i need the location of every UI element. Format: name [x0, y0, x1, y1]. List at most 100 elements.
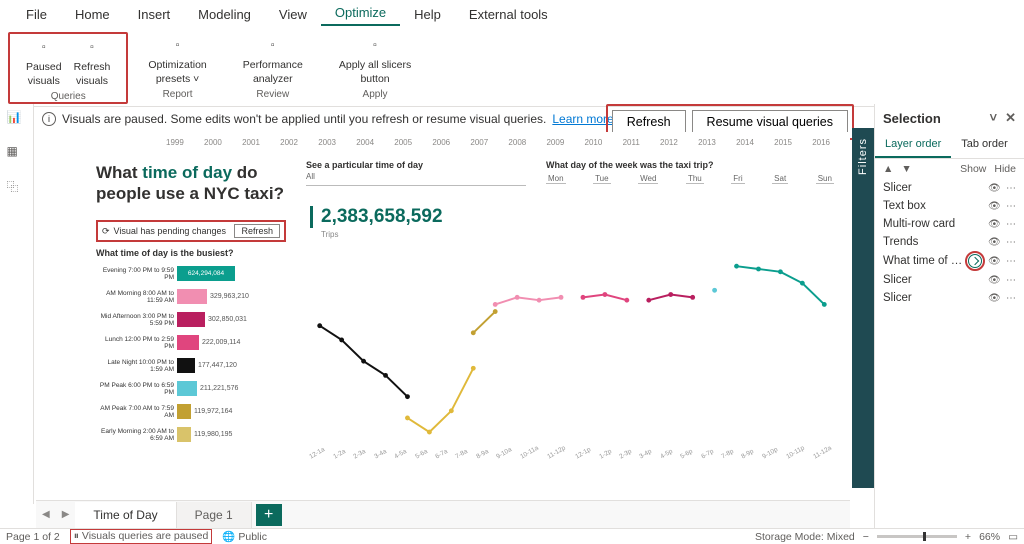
menu-modeling[interactable]: Modeling: [184, 3, 265, 26]
year-tick: 2006: [432, 138, 450, 150]
bar-row: Mid Afternoon 3:00 PM to 5:59 PM302,850,…: [96, 308, 296, 331]
visibility-toggle-icon[interactable]: 👁: [988, 201, 1002, 212]
total-trips-label: Trips: [321, 230, 338, 239]
optimization-presets[interactable]: ▫Optimizationpresets ˅: [142, 32, 212, 87]
menu-help[interactable]: Help: [400, 3, 455, 26]
menu-optimize[interactable]: Optimize: [321, 1, 400, 26]
refresh-visuals[interactable]: ▫Refreshvisuals: [68, 34, 117, 89]
more-options-icon[interactable]: ⋯: [1006, 275, 1016, 286]
slicer-title-1: See a particular time of day: [306, 160, 423, 170]
more-options-icon[interactable]: ⋯: [1006, 183, 1016, 194]
menu-view[interactable]: View: [265, 3, 321, 26]
pending-refresh-icon[interactable]: [968, 254, 982, 268]
zoom-in[interactable]: +: [965, 531, 971, 543]
page-tab[interactable]: Page 1: [177, 502, 252, 528]
selection-item[interactable]: Slicer👁⋯: [875, 289, 1024, 307]
info-text: Visuals are paused. Some edits won't be …: [62, 112, 546, 126]
more-options-icon[interactable]: ⋯: [1006, 237, 1016, 248]
selection-tab-layer-order[interactable]: Layer order: [875, 132, 951, 158]
pending-changes-banner: ⟳ Visual has pending changes Refresh: [96, 220, 286, 242]
page-tab[interactable]: Time of Day: [75, 502, 176, 528]
refresh-visual-button[interactable]: Refresh: [234, 224, 280, 238]
status-bar: Page 1 of 2 ⏸ Visuals queries are paused…: [0, 528, 1024, 544]
add-page-button[interactable]: +: [256, 504, 282, 526]
visibility-toggle-icon[interactable]: 👁: [988, 293, 1002, 304]
selection-pane: Selection ˅ ✕ Layer orderTab order ▲ ▼ S…: [874, 104, 1024, 544]
selection-item[interactable]: Slicer👁⋯: [875, 271, 1024, 289]
apply-all-slicers[interactable]: ▫Apply all slicersbutton: [333, 32, 417, 87]
bar-row: Evening 7:00 PM to 9:59 PM624,294,084: [96, 262, 296, 285]
paused-visuals[interactable]: ▫Pausedvisuals: [20, 34, 68, 89]
visibility-toggle-icon[interactable]: 👁: [988, 219, 1002, 230]
zoom-out[interactable]: −: [863, 531, 869, 543]
dow-slicer-item[interactable]: Thu: [686, 174, 704, 184]
learn-more-link[interactable]: Learn more: [552, 112, 613, 126]
resume-visual-queries-button[interactable]: Resume visual queries: [692, 110, 848, 134]
page-prev[interactable]: ◀: [36, 509, 56, 520]
selection-title: Selection: [883, 111, 941, 126]
page-next[interactable]: ▶: [56, 509, 76, 520]
ribbon-group-label: Apply: [363, 89, 388, 100]
year-tick: 2015: [774, 138, 792, 150]
slicer-all[interactable]: All: [306, 172, 526, 186]
visibility-toggle-icon[interactable]: 👁: [988, 256, 1002, 267]
year-tick: 2011: [623, 138, 640, 150]
visibility-toggle-icon[interactable]: 👁: [988, 237, 1002, 248]
dow-slicer-item[interactable]: Sun: [816, 174, 834, 184]
slicer-title-2: What day of the week was the taxi trip?: [546, 160, 714, 170]
busiest-title: What time of day is the busiest?: [96, 248, 234, 258]
selection-item[interactable]: Text box👁⋯: [875, 197, 1024, 215]
data-view-icon[interactable]: ▦: [7, 144, 27, 164]
performance-analyzer[interactable]: ▫Performanceanalyzer: [237, 32, 309, 87]
dow-slicer-item[interactable]: Fri: [731, 174, 744, 184]
ribbon-group-label: Review: [256, 89, 289, 100]
menu-external-tools[interactable]: External tools: [455, 3, 562, 26]
more-options-icon[interactable]: ⋯: [1006, 256, 1016, 267]
trends-line-chart: [310, 242, 834, 452]
selection-expand-icon[interactable]: ˅: [990, 110, 998, 126]
menu-insert[interactable]: Insert: [124, 3, 185, 26]
year-tick: 2013: [698, 138, 716, 150]
year-tick: 2008: [508, 138, 526, 150]
model-view-icon[interactable]: ⿻: [7, 178, 27, 198]
year-tick: 2012: [660, 138, 678, 150]
page-count: Page 1 of 2: [6, 531, 60, 543]
ribbon-group-label: Queries: [51, 91, 86, 102]
refresh-button[interactable]: Refresh: [612, 110, 686, 134]
dow-slicer-item[interactable]: Wed: [638, 174, 658, 184]
bar-row: Early Morning 2:00 AM to 6:59 AM119,980,…: [96, 423, 296, 446]
status-paused: ⏸ Visuals queries are paused: [70, 529, 213, 544]
bar-row: PM Peak 6:00 PM to 6:59 PM211,221,576: [96, 377, 296, 400]
report-view-icon[interactable]: 📊: [7, 110, 27, 130]
menu-file[interactable]: File: [12, 3, 61, 26]
bar-row: Late Night 10:00 PM to 1:59 AM177,447,12…: [96, 354, 296, 377]
selection-item[interactable]: Slicer👁⋯: [875, 179, 1024, 197]
filters-pane-toggle[interactable]: Filters: [852, 128, 874, 488]
visibility-toggle-icon[interactable]: 👁: [988, 275, 1002, 286]
menu-home[interactable]: Home: [61, 3, 124, 26]
selection-close-icon[interactable]: ✕: [1005, 110, 1016, 126]
hide-label[interactable]: Hide: [994, 163, 1016, 175]
info-icon: i: [42, 112, 56, 126]
dow-slicer-item[interactable]: Tue: [593, 174, 611, 184]
dow-slicer-item[interactable]: Sat: [772, 174, 788, 184]
more-options-icon[interactable]: ⋯: [1006, 201, 1016, 212]
selection-item[interactable]: Multi-row card👁⋯: [875, 215, 1024, 233]
year-tick: 2014: [736, 138, 754, 150]
zoom-slider[interactable]: [877, 535, 957, 538]
dow-slicer-item[interactable]: Mon: [546, 174, 566, 184]
selection-tab-tab-order[interactable]: Tab order: [951, 132, 1017, 158]
move-down-icon[interactable]: ▼: [901, 163, 911, 175]
fit-page-icon[interactable]: ▭: [1008, 531, 1018, 543]
visibility-toggle-icon[interactable]: 👁: [988, 183, 1002, 194]
show-label[interactable]: Show: [960, 163, 986, 175]
selection-item[interactable]: What time of day ...👁⋯: [875, 251, 1024, 271]
total-trips-card: 2,383,658,592: [310, 206, 443, 228]
year-tick: 2007: [470, 138, 488, 150]
year-tick: 2002: [280, 138, 298, 150]
more-options-icon[interactable]: ⋯: [1006, 293, 1016, 304]
selection-item[interactable]: Trends👁⋯: [875, 233, 1024, 251]
bar-row: AM Morning 8:00 AM to 11:59 AM329,963,21…: [96, 285, 296, 308]
move-up-icon[interactable]: ▲: [883, 163, 893, 175]
more-options-icon[interactable]: ⋯: [1006, 219, 1016, 230]
